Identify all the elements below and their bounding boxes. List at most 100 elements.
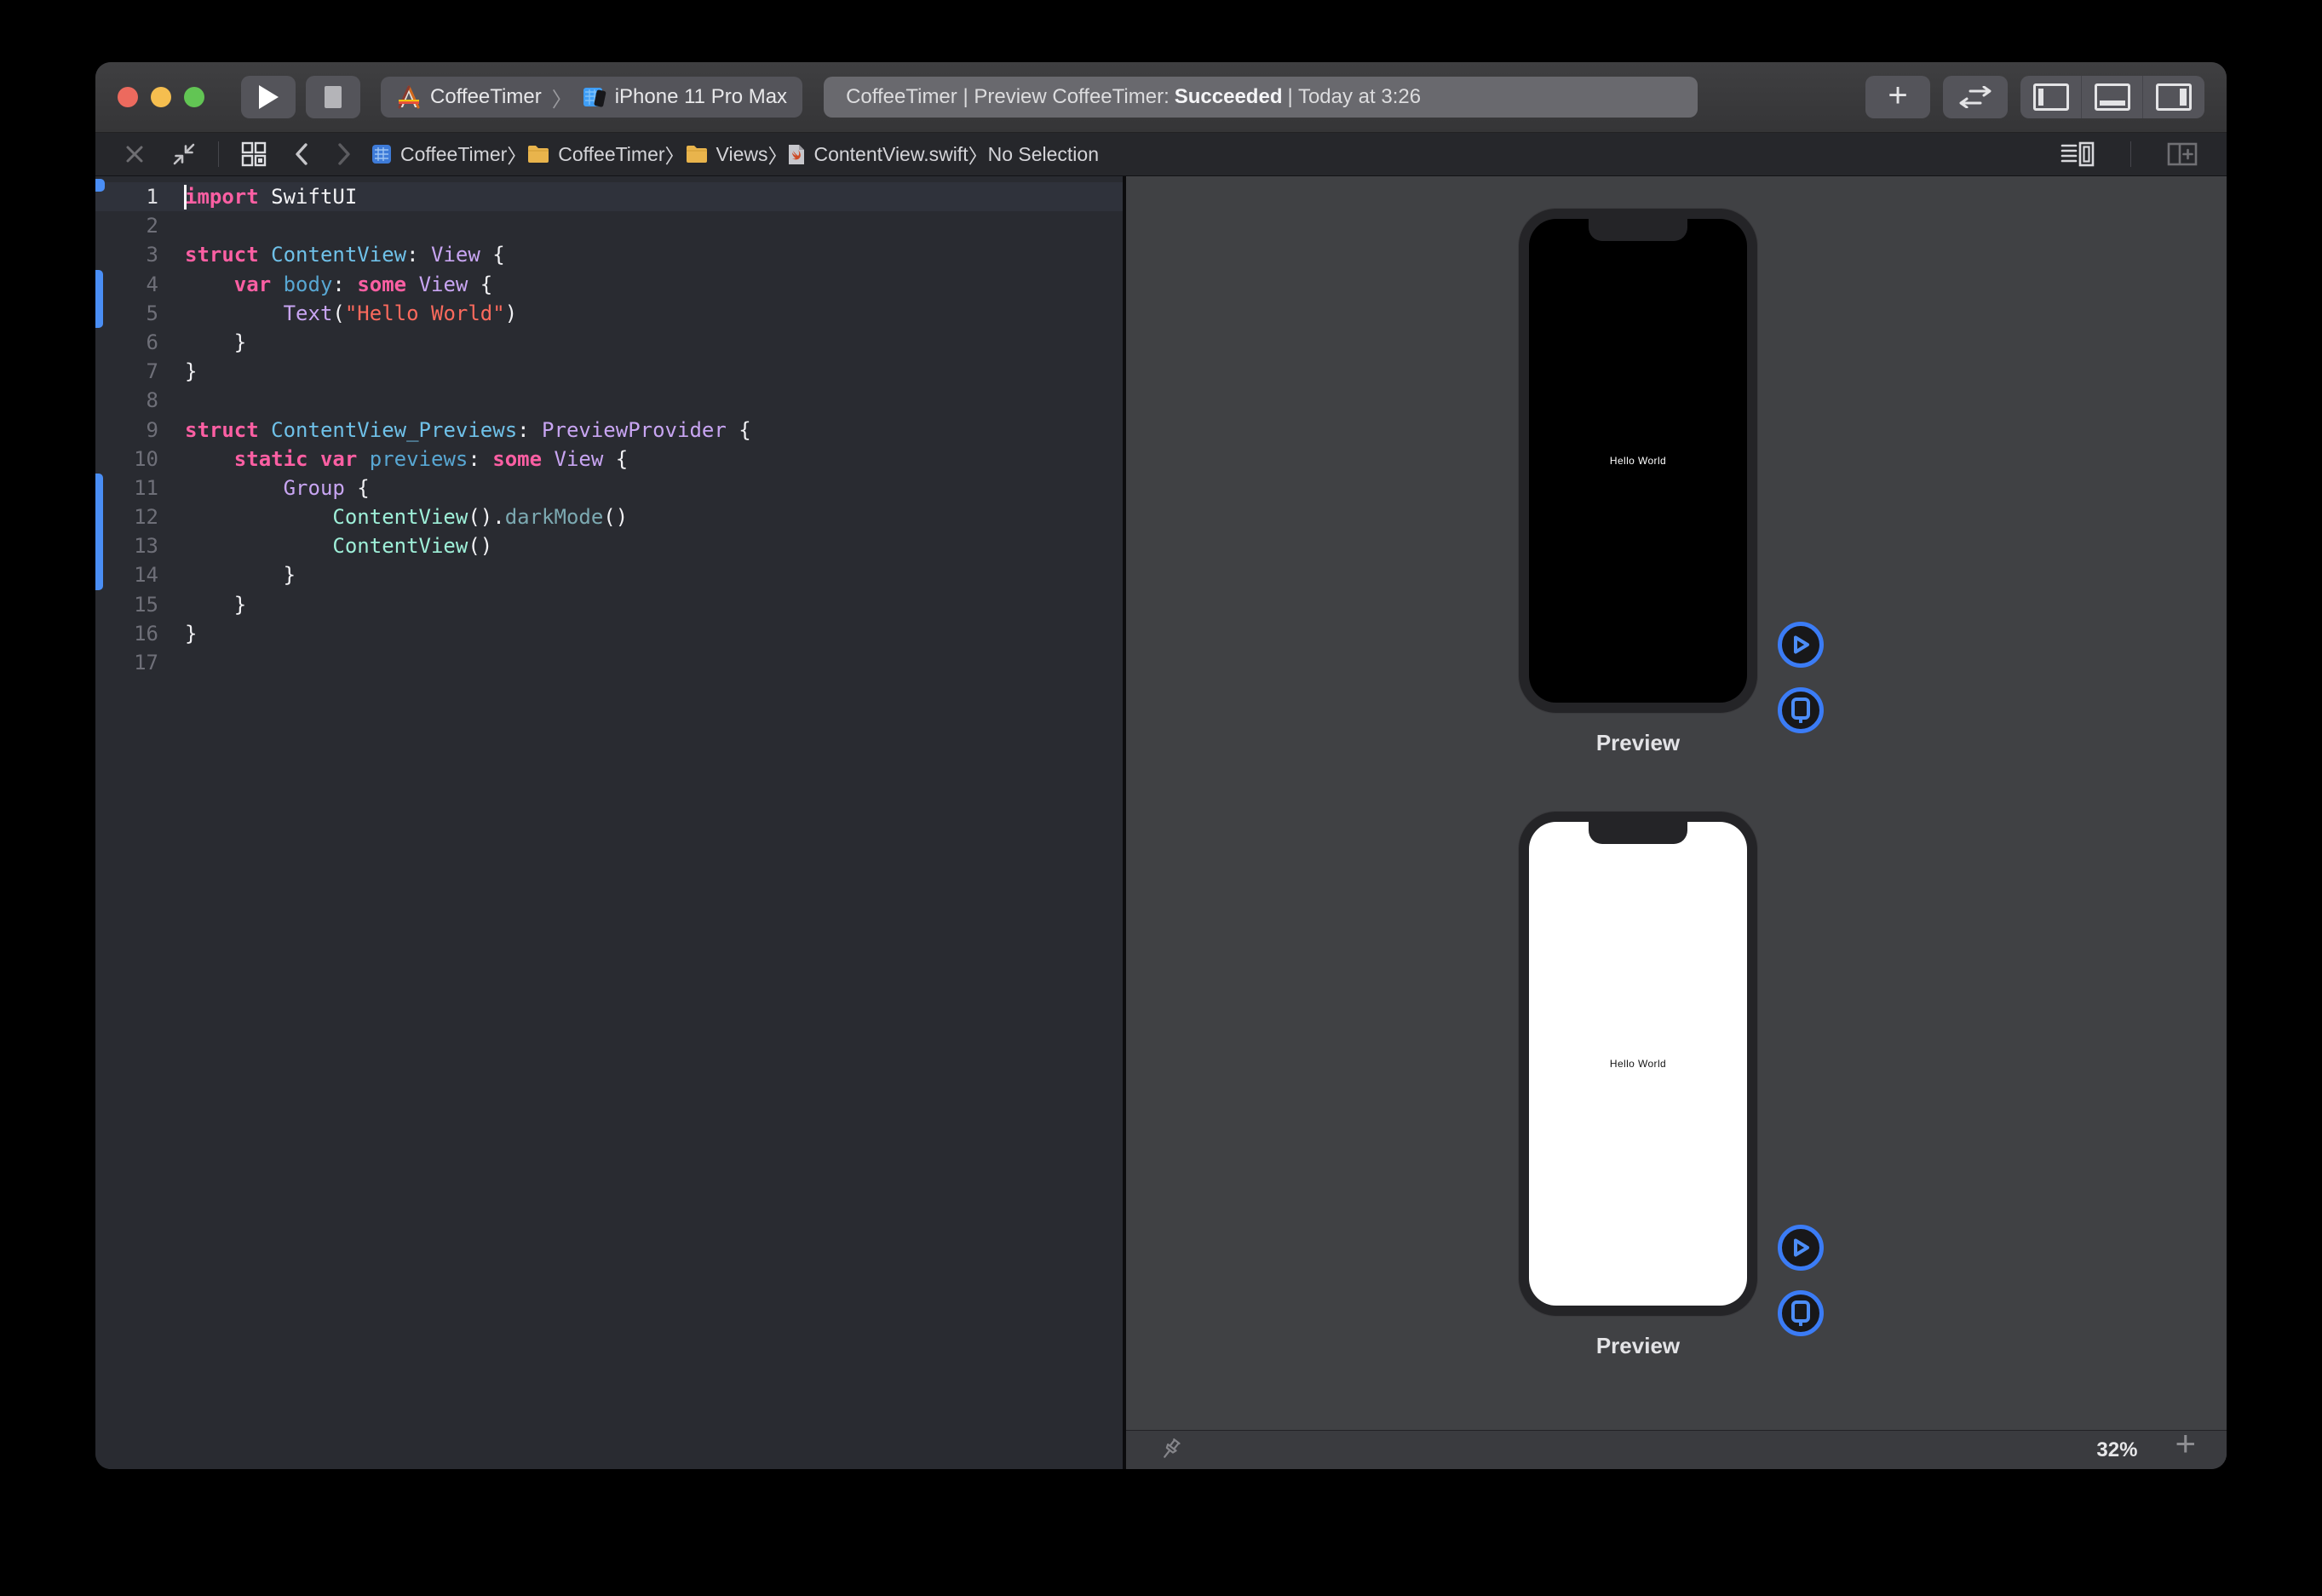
toggle-debug-area-button[interactable]: [2082, 76, 2143, 118]
xcode-window: CoffeeTimer 〉 iPhone 11 Pro Max CoffeeTi…: [95, 62, 2227, 1469]
code-line[interactable]: 9struct ContentView_Previews: PreviewPro…: [95, 416, 1123, 445]
code-line[interactable]: 4 var body: some View {: [95, 270, 1123, 299]
jumpbar-divider: [218, 141, 219, 167]
zoom-in-button[interactable]: +: [2175, 1444, 2196, 1458]
minimize-window-button[interactable]: [151, 87, 171, 107]
preview-screen-light[interactable]: Hello World: [1529, 822, 1747, 1306]
notch: [1589, 822, 1687, 844]
preview-label: Preview: [1519, 1333, 1757, 1359]
close-window-button[interactable]: [118, 87, 138, 107]
device-circle-icon: [1790, 1300, 1812, 1326]
breadcrumb-separator: 〉: [507, 140, 526, 169]
related-items-button[interactable]: [236, 141, 272, 168]
go-forward-button[interactable]: [331, 141, 357, 167]
code-text: }: [169, 590, 246, 619]
code-text: Group {: [169, 474, 370, 502]
change-marker: [95, 270, 103, 328]
breadcrumb-item[interactable]: Views: [685, 143, 768, 166]
code-line[interactable]: 2: [95, 211, 1123, 240]
line-number: 12: [95, 502, 169, 531]
swap-arrows-icon: [1958, 86, 1992, 108]
folder-icon: [685, 144, 709, 164]
code-text: ContentView().darkMode(): [169, 502, 628, 531]
code-line[interactable]: 8: [95, 386, 1123, 415]
live-preview-button[interactable]: [1778, 1225, 1824, 1271]
stop-button[interactable]: [306, 76, 360, 118]
preview-label: Preview: [1519, 730, 1757, 756]
change-marker: [95, 474, 103, 590]
toggle-inspector-button[interactable]: [2143, 76, 2204, 118]
code-line[interactable]: 15 }: [95, 590, 1123, 619]
pin-icon: [1157, 1436, 1184, 1463]
code-line[interactable]: 14 }: [95, 560, 1123, 589]
preview-device-frame[interactable]: Hello World: [1519, 209, 1757, 713]
toggle-navigator-button[interactable]: [2020, 76, 2082, 118]
status-text-suffix: | Today at 3:26: [1287, 85, 1421, 109]
code-line[interactable]: 3struct ContentView: View {: [95, 240, 1123, 269]
line-number: 3: [95, 240, 169, 269]
status-text-result: Succeeded: [1170, 85, 1288, 109]
breadcrumb-item[interactable]: CoffeeTimer: [526, 143, 664, 166]
line-number: 8: [95, 386, 169, 415]
code-text: var body: some View {: [169, 270, 492, 299]
code-line[interactable]: 17: [95, 648, 1123, 677]
live-preview-button[interactable]: [1778, 622, 1824, 668]
go-back-button[interactable]: [289, 141, 314, 167]
run-button[interactable]: [241, 76, 296, 118]
line-number: 16: [95, 619, 169, 648]
breadcrumb-label: CoffeeTimer: [400, 143, 507, 166]
code-line[interactable]: 16}: [95, 619, 1123, 648]
code-text: struct ContentView_Previews: PreviewProv…: [169, 416, 751, 445]
code-review-button[interactable]: [1943, 76, 2008, 118]
line-number: 5: [95, 299, 169, 328]
activity-status: CoffeeTimer | Preview CoffeeTimer: Succe…: [824, 77, 1698, 118]
code-line[interactable]: 6 }: [95, 328, 1123, 357]
code-line[interactable]: 7}: [95, 357, 1123, 386]
swift-file-icon: [787, 143, 806, 166]
play-circle-icon: [1790, 1237, 1812, 1259]
scheme-project-name: CoffeeTimer: [430, 85, 542, 109]
zoom-window-button[interactable]: [184, 87, 204, 107]
panel-toggles: [2020, 76, 2204, 118]
zoom-controls: 32% +: [2059, 1438, 2196, 1462]
play-icon: [257, 84, 279, 110]
code-text: [169, 648, 185, 677]
add-editor-button[interactable]: [2162, 141, 2203, 168]
breadcrumb-label: Views: [716, 143, 768, 166]
preview-on-device-button[interactable]: [1778, 1290, 1824, 1336]
breadcrumb-item[interactable]: No Selection: [988, 143, 1099, 166]
code-line[interactable]: 1import SwiftUI: [95, 182, 1123, 211]
code-line[interactable]: 13 ContentView(): [95, 531, 1123, 560]
code-line[interactable]: 10 static var previews: some View {: [95, 445, 1123, 474]
breadcrumb-separator: 〉: [665, 140, 685, 169]
preview-device-frame[interactable]: Hello World: [1519, 812, 1757, 1316]
breadcrumb-item[interactable]: CoffeeTimer: [371, 143, 507, 166]
breadcrumb-item[interactable]: ContentView.swift: [787, 143, 968, 166]
library-button[interactable]: +: [1865, 76, 1930, 118]
code-text: }: [169, 328, 246, 357]
preview-screen-dark[interactable]: Hello World: [1529, 219, 1747, 703]
plus-icon: +: [2175, 1423, 2196, 1463]
close-icon: [124, 144, 145, 164]
close-editor-button[interactable]: [119, 143, 150, 165]
line-number: 6: [95, 328, 169, 357]
preview-on-device-button[interactable]: [1778, 687, 1824, 733]
code-text: [169, 386, 185, 415]
code-line[interactable]: 5 Text("Hello World"): [95, 299, 1123, 328]
focus-editor-button[interactable]: [167, 141, 201, 167]
scheme-selector[interactable]: CoffeeTimer 〉 iPhone 11 Pro Max: [381, 77, 802, 118]
breadcrumb-separator: 〉: [767, 140, 787, 169]
canvas-bottom-bar: 32% +: [1126, 1430, 2227, 1469]
code-line[interactable]: 11 Group {: [95, 474, 1123, 502]
code-line[interactable]: 12 ContentView().darkMode(): [95, 502, 1123, 531]
pin-preview-button[interactable]: [1157, 1436, 1184, 1466]
preview-hello-text: Hello World: [1610, 1058, 1666, 1070]
source-editor[interactable]: 1import SwiftUI23struct ContentView: Vie…: [95, 176, 1123, 1469]
related-items-grid-icon: [241, 141, 267, 167]
preview-hello-text: Hello World: [1610, 455, 1666, 467]
line-number: 10: [95, 445, 169, 474]
breadcrumb-label: CoffeeTimer: [558, 143, 664, 166]
breadcrumb: CoffeeTimer〉CoffeeTimer〉Views〉ContentVie…: [371, 140, 1099, 169]
editor-options-button[interactable]: [2055, 141, 2100, 168]
code-text: [169, 211, 185, 240]
